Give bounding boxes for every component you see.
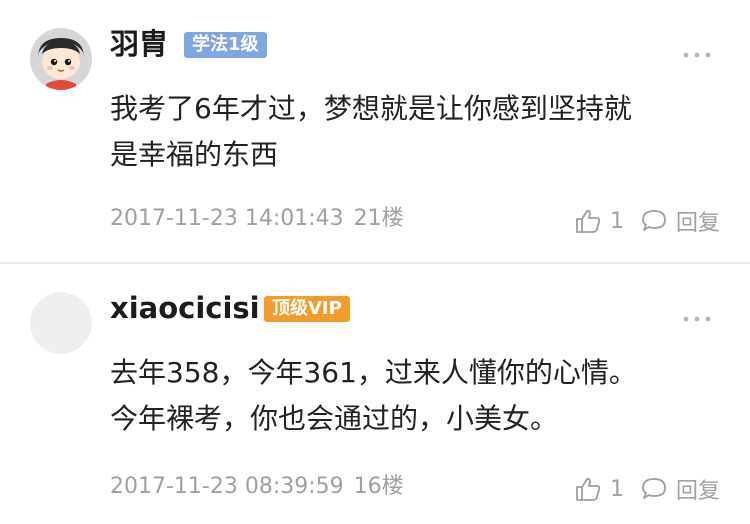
comment-meta: 2017-11-23 08:39:59 16楼 xyxy=(110,472,404,502)
comment-text-line: 今年裸考，你也会通过的，小美女。 xyxy=(110,402,559,435)
floor-number: 16楼 xyxy=(353,474,404,499)
more-dots-icon[interactable] xyxy=(682,44,712,58)
user-level-badge: 学法1级 xyxy=(184,32,267,58)
avatar[interactable] xyxy=(30,292,92,354)
timestamp: 2017-11-23 14:01:43 xyxy=(110,206,344,231)
vip-badge: 顶级VIP xyxy=(264,296,350,322)
comment-content: 去年358，今年361，过来人懂你的心情。 今年裸考，你也会通过的，小美女。 xyxy=(110,350,720,442)
comment-text-line: 是幸福的东西 xyxy=(110,138,279,171)
username[interactable]: 羽胄 xyxy=(110,24,168,64)
like-count[interactable]: 1 xyxy=(610,209,624,234)
avatar[interactable] xyxy=(30,28,92,90)
thumbs-up-icon[interactable] xyxy=(574,207,602,235)
comment-text-line: 去年358，今年361，过来人懂你的心情。 xyxy=(110,356,637,389)
comment-actions: 1 回复 xyxy=(574,204,720,238)
comment-actions: 1 回复 xyxy=(574,472,720,506)
username[interactable]: xiaocicisi xyxy=(110,288,260,328)
comment-item: 羽胄 学法1级 我考了6年才过，梦想就是让你感到坚持就 是幸福的东西 2017-… xyxy=(0,0,750,262)
comment-meta: 2017-11-23 14:01:43 21楼 xyxy=(110,204,404,234)
comment-item: xiaocicisi 顶级VIP 去年358，今年361，过来人懂你的心情。 今… xyxy=(0,264,750,524)
comment-content: 我考了6年才过，梦想就是让你感到坚持就 是幸福的东西 xyxy=(110,86,720,178)
reply-button[interactable]: 回复 xyxy=(676,205,720,237)
speech-bubble-icon[interactable] xyxy=(640,207,668,235)
cartoon-boy-avatar-icon xyxy=(30,28,92,90)
thumbs-up-icon[interactable] xyxy=(574,475,602,503)
timestamp: 2017-11-23 08:39:59 xyxy=(110,474,344,499)
comment-text-line: 我考了6年才过，梦想就是让你感到坚持就 xyxy=(110,92,632,125)
speech-bubble-icon[interactable] xyxy=(640,475,668,503)
like-count[interactable]: 1 xyxy=(610,477,624,502)
floor-number: 21楼 xyxy=(353,206,404,231)
reply-button[interactable]: 回复 xyxy=(676,473,720,505)
more-dots-icon[interactable] xyxy=(682,308,712,322)
